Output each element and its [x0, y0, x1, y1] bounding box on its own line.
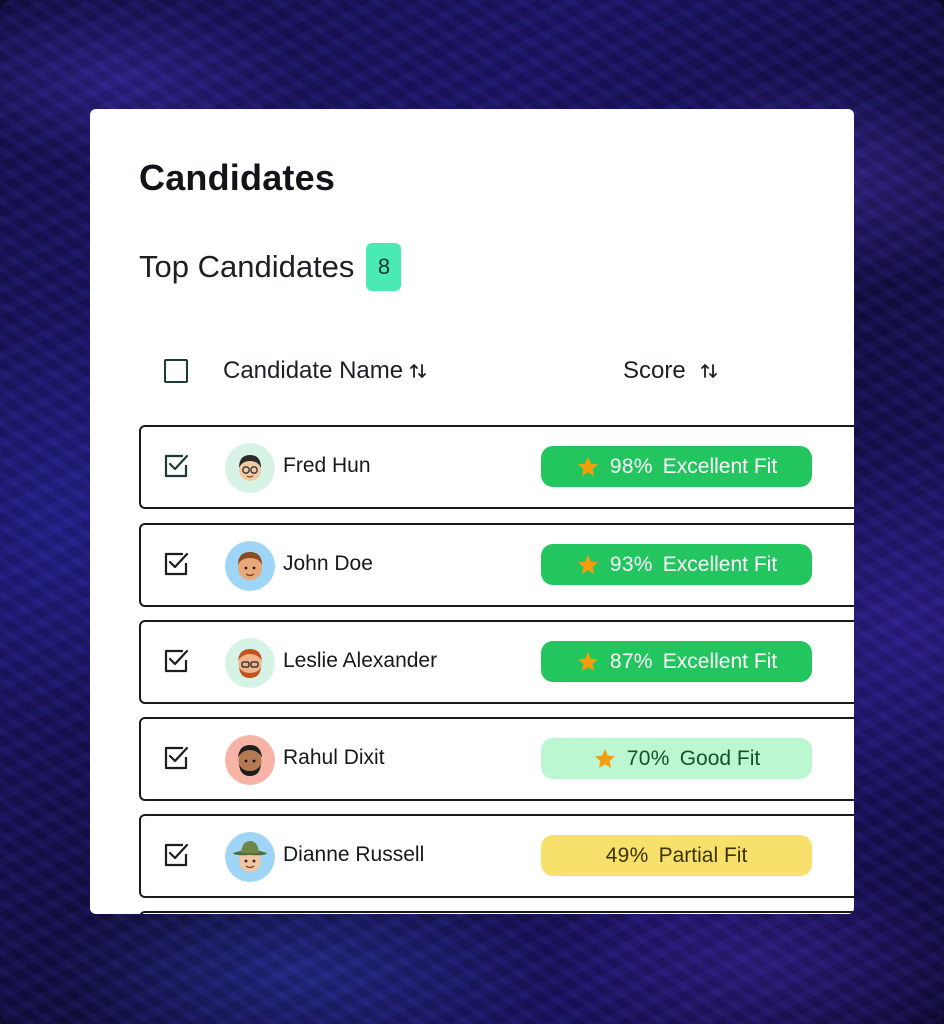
candidates-card: Candidates Top Candidates 8 Candidate Na…	[90, 109, 854, 914]
star-icon	[576, 455, 600, 479]
fit-label: Partial Fit	[658, 843, 748, 867]
score-badge: 49% Partial Fit	[541, 835, 812, 876]
table-row[interactable]: Leslie Alexander 87% Excellent Fit	[139, 620, 854, 704]
row-checkbox[interactable]	[161, 549, 191, 579]
avatar	[225, 832, 275, 882]
column-header-name: Candidate Name	[223, 357, 404, 384]
avatar	[225, 541, 275, 591]
candidate-name: Leslie Alexander	[283, 649, 438, 672]
avatar	[225, 638, 275, 688]
table-row[interactable]: Rahul Dixit 70% Good Fit	[139, 717, 854, 801]
row-checkbox[interactable]	[161, 451, 191, 481]
score-badge: 87% Excellent Fit	[541, 641, 812, 682]
page-title: Candidates	[139, 157, 336, 198]
sort-icon	[409, 362, 427, 380]
fit-label: Good Fit	[679, 746, 761, 770]
candidate-name: John Doe	[283, 552, 373, 575]
top-candidates-header: Top Candidates 8	[139, 243, 402, 291]
fit-label: Excellent Fit	[662, 552, 778, 576]
table-header: Candidate Name Score	[139, 347, 839, 397]
fit-label: Excellent Fit	[662, 649, 778, 673]
sort-icon	[700, 362, 718, 380]
table-row[interactable]: John Doe 93% Excellent Fit	[139, 523, 854, 607]
score-value: 70%	[626, 746, 670, 770]
avatar	[225, 735, 275, 785]
column-header-score: Score	[623, 357, 686, 384]
row-checkbox[interactable]	[161, 743, 191, 773]
sort-by-score-button[interactable]: Score	[623, 357, 718, 385]
score-badge: 93% Excellent Fit	[541, 544, 812, 585]
row-checkbox[interactable]	[161, 840, 191, 870]
table-row[interactable]: Dianne Russell 49% Partial Fit	[139, 814, 854, 898]
select-all-checkbox[interactable]	[164, 359, 188, 383]
candidate-name: Fred Hun	[283, 454, 371, 477]
candidate-name: Rahul Dixit	[283, 746, 385, 769]
score-badge: 98% Excellent Fit	[541, 446, 812, 487]
table-row	[139, 911, 854, 914]
table-row[interactable]: Fred Hun 98% Excellent Fit	[139, 425, 854, 509]
avatar	[225, 443, 275, 493]
fit-label: Excellent Fit	[662, 454, 778, 478]
score-badge: 70% Good Fit	[541, 738, 812, 779]
score-value: 49%	[605, 843, 649, 867]
count-badge: 8	[366, 243, 402, 291]
score-value: 98%	[609, 454, 653, 478]
score-value: 87%	[609, 649, 653, 673]
candidate-name: Dianne Russell	[283, 843, 425, 866]
sort-by-name-button[interactable]: Candidate Name	[223, 357, 427, 385]
star-icon	[576, 553, 600, 577]
score-value: 93%	[609, 552, 653, 576]
star-icon	[593, 747, 617, 771]
row-checkbox[interactable]	[161, 646, 191, 676]
section-title: Top Candidates	[139, 249, 355, 284]
star-icon	[576, 650, 600, 674]
